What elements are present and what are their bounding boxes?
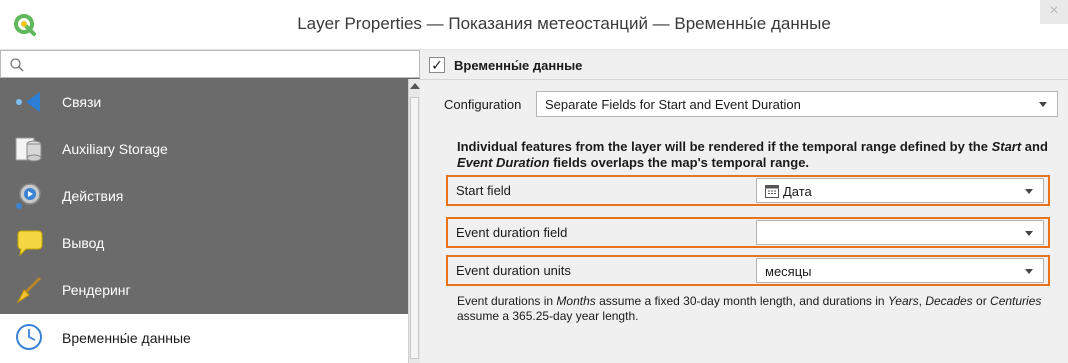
chevron-down-icon: [1025, 231, 1033, 236]
sidebar-item-actions[interactable]: Действия: [0, 173, 408, 220]
duration-units-select[interactable]: месяцы: [756, 258, 1044, 283]
search-input[interactable]: [0, 50, 420, 78]
sidebar-item-rendering[interactable]: Рендеринг: [0, 267, 408, 314]
sidebar-item-relations[interactable]: Связи: [0, 79, 408, 126]
sidebar-item-label: Связи: [62, 94, 102, 110]
search-icon: [10, 58, 24, 72]
chevron-down-icon: [1025, 189, 1033, 194]
sidebar-item-label: Рендеринг: [62, 282, 131, 298]
scroll-up-arrow-icon[interactable]: [410, 83, 420, 89]
window-title: Layer Properties — Показания метеостанци…: [297, 14, 831, 33]
temporal-clock-icon: [16, 324, 42, 350]
temporal-group-title: Временны́е данные: [454, 58, 583, 73]
rendering-icon: [16, 276, 42, 304]
sidebar-item-display[interactable]: Вывод: [0, 220, 408, 267]
auxiliary-storage-icon: [15, 137, 42, 162]
duration-units-value: месяцы: [765, 264, 812, 279]
duration-field-select[interactable]: [756, 220, 1044, 245]
duration-units-row: Event duration units месяцы: [446, 255, 1050, 286]
sidebar-item-label: Вывод: [62, 235, 105, 251]
chevron-down-icon: [1025, 269, 1033, 274]
start-field-row: Start field Дата: [446, 175, 1050, 206]
duration-note: Event durations in Months assume a fixed…: [457, 294, 1042, 323]
relations-icon: [16, 92, 40, 112]
start-field-label: Start field: [456, 183, 511, 198]
temporal-enabled-checkbox[interactable]: ✓: [429, 57, 445, 73]
temporal-group-header: ✓ Временны́е данные: [420, 50, 1068, 80]
display-icon: [17, 230, 43, 257]
sidebar-scrollbar[interactable]: [408, 79, 420, 363]
configuration-value: Separate Fields for Start and Event Dura…: [545, 97, 801, 112]
temporal-info-text: Individual features from the layer will …: [457, 139, 1048, 170]
sidebar-list: Связи Auxiliary Storage Действия Вывод Р…: [0, 79, 408, 363]
start-field-select[interactable]: Дата: [756, 178, 1044, 203]
duration-field-label: Event duration field: [456, 225, 568, 240]
sidebar-item-label: Временны́е данные: [62, 330, 191, 346]
configuration-label: Configuration: [444, 97, 522, 112]
scrollbar-thumb[interactable]: [410, 97, 419, 359]
configuration-select[interactable]: Separate Fields for Start and Event Dura…: [536, 91, 1058, 117]
sidebar-item-auxiliary-storage[interactable]: Auxiliary Storage: [0, 126, 408, 173]
title-bar: Layer Properties — Показания метеостанци…: [0, 0, 1068, 50]
start-field-value: Дата: [765, 184, 812, 199]
close-button[interactable]: ×: [1040, 0, 1068, 24]
chevron-down-icon: [1039, 102, 1047, 107]
temporal-properties-panel: ✓ Временны́е данные Configuration Separa…: [420, 50, 1068, 363]
calendar-icon: [765, 185, 779, 198]
sidebar-item-label: Действия: [62, 188, 124, 204]
sidebar-item-label: Auxiliary Storage: [62, 141, 168, 157]
sidebar: Связи Auxiliary Storage Действия Вывод Р…: [0, 50, 420, 363]
sidebar-item-temporal[interactable]: Временны́е данные: [0, 314, 408, 363]
duration-field-row: Event duration field: [446, 217, 1050, 248]
actions-icon: [16, 183, 41, 209]
duration-units-label: Event duration units: [456, 263, 571, 278]
